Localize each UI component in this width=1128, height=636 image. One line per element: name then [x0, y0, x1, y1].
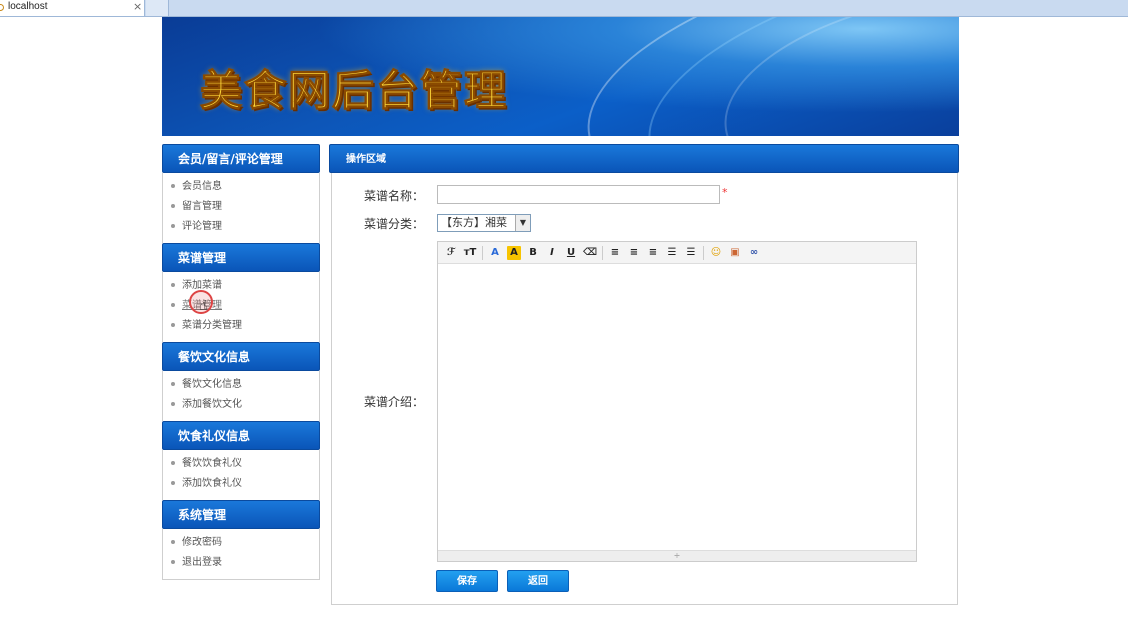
- sidebar-item-recipe-category-manage[interactable]: 菜谱分类管理: [163, 316, 319, 336]
- recipe-category-select[interactable]: 【东方】湘菜 ▼: [437, 214, 531, 232]
- bullet-icon: [171, 540, 175, 544]
- sidebar-item-etiquette-info[interactable]: 餐饮饮食礼仪: [163, 454, 319, 474]
- recipe-category-value: 【东方】湘菜: [441, 216, 507, 229]
- toolbar-divider: [602, 245, 603, 260]
- required-mark: *: [722, 186, 728, 199]
- bullet-icon: [171, 382, 175, 386]
- sidebar-item-label: 会员信息: [182, 181, 222, 192]
- sidebar-section-body: 会员信息 留言管理 评论管理: [162, 173, 320, 243]
- font-color-icon[interactable]: A: [488, 246, 502, 260]
- sidebar-section-body: 餐饮文化信息 添加餐饮文化: [162, 371, 320, 421]
- sidebar-section-culture[interactable]: 餐饮文化信息: [162, 342, 320, 371]
- sidebar: 会员/留言/评论管理 会员信息 留言管理 评论管理 菜谱管理 添加菜谱 菜谱管理…: [162, 144, 320, 580]
- sidebar-section-etiquette[interactable]: 饮食礼仪信息: [162, 421, 320, 450]
- bullet-icon: [171, 461, 175, 465]
- sidebar-item-label: 添加餐饮文化: [182, 399, 242, 410]
- bold-icon[interactable]: B: [526, 246, 540, 260]
- bullet-icon: [171, 323, 175, 327]
- loading-icon: [0, 4, 4, 11]
- sidebar-item-label: 餐饮饮食礼仪: [182, 458, 242, 469]
- sidebar-section-system[interactable]: 系统管理: [162, 500, 320, 529]
- save-button[interactable]: 保存: [436, 570, 498, 592]
- font-size-icon[interactable]: тT: [463, 246, 477, 260]
- bullet-icon: [171, 283, 175, 287]
- browser-tab-strip: localhost ×: [0, 0, 1128, 17]
- align-left-icon[interactable]: ≡: [608, 246, 622, 260]
- image-icon[interactable]: ▣: [728, 246, 742, 260]
- close-tab-icon[interactable]: ×: [133, 0, 142, 13]
- recipe-form: 菜谱名称： * 菜谱分类： 【东方】湘菜 ▼ 菜谱介绍： ℱ тT A A B …: [331, 173, 958, 605]
- sidebar-item-label: 添加饮食礼仪: [182, 478, 242, 489]
- main-panel: 操作区域 菜谱名称： * 菜谱分类： 【东方】湘菜 ▼ 菜谱介绍： ℱ тT A…: [329, 144, 959, 605]
- sidebar-item-label: 退出登录: [182, 557, 222, 568]
- bullet-icon: [171, 481, 175, 485]
- bullet-icon: [171, 204, 175, 208]
- sidebar-section-body: 添加菜谱 菜谱管理 菜谱分类管理: [162, 272, 320, 342]
- link-icon[interactable]: ∞: [747, 246, 761, 260]
- highlight-color-icon[interactable]: A: [507, 245, 521, 260]
- editor-resize-handle[interactable]: ÷: [438, 550, 916, 561]
- banner-heading: 美食网后台管理: [199, 66, 509, 116]
- recipe-category-label: 菜谱分类：: [363, 217, 424, 231]
- toolbar-divider: [703, 245, 704, 260]
- recipe-name-label: 菜谱名称：: [363, 189, 424, 203]
- dropdown-arrow-icon[interactable]: ▼: [515, 215, 530, 231]
- align-center-icon[interactable]: ≡: [627, 246, 641, 260]
- bullet-icon: [171, 184, 175, 188]
- ordered-list-icon[interactable]: ☰: [665, 246, 679, 260]
- sidebar-item-member-info[interactable]: 会员信息: [163, 177, 319, 197]
- bullet-icon: [171, 402, 175, 406]
- browser-tab[interactable]: localhost ×: [0, 0, 145, 16]
- italic-icon[interactable]: I: [545, 246, 559, 260]
- main-panel-header: 操作区域: [329, 144, 959, 173]
- sidebar-item-add-culture[interactable]: 添加餐饮文化: [163, 395, 319, 415]
- editor-toolbar: ℱ тT A A B I U ⌫ ≡ ≡ ≡ ☰ ☰ ☺ ▣ ∞: [438, 242, 916, 264]
- sidebar-item-add-etiquette[interactable]: 添加饮食礼仪: [163, 474, 319, 494]
- rich-text-editor: ℱ тT A A B I U ⌫ ≡ ≡ ≡ ☰ ☰ ☺ ▣ ∞ ÷: [437, 241, 917, 562]
- sidebar-item-label: 评论管理: [182, 221, 222, 232]
- bullet-icon: [171, 560, 175, 564]
- banner: 美食网后台管理: [162, 17, 959, 136]
- sidebar-item-add-recipe[interactable]: 添加菜谱: [163, 276, 319, 296]
- bullet-icon: [171, 224, 175, 228]
- back-button[interactable]: 返回: [507, 570, 569, 592]
- hand-pointer-icon: ☝: [199, 298, 208, 314]
- toolbar-divider: [482, 245, 483, 260]
- bullet-icon: [171, 303, 175, 307]
- sidebar-item-label: 留言管理: [182, 201, 222, 212]
- sidebar-item-label: 修改密码: [182, 537, 222, 548]
- align-right-icon[interactable]: ≡: [646, 246, 660, 260]
- new-tab-button[interactable]: [146, 0, 169, 16]
- sidebar-section-member[interactable]: 会员/留言/评论管理: [162, 144, 320, 173]
- font-family-icon[interactable]: ℱ: [444, 246, 458, 260]
- sidebar-item-logout[interactable]: 退出登录: [163, 553, 319, 573]
- sidebar-item-message-manage[interactable]: 留言管理: [163, 197, 319, 217]
- unordered-list-icon[interactable]: ☰: [684, 246, 698, 260]
- editor-content-area[interactable]: [438, 264, 916, 552]
- sidebar-section-recipe[interactable]: 菜谱管理: [162, 243, 320, 272]
- recipe-name-input[interactable]: [437, 185, 720, 204]
- click-cursor-icon: ☝: [189, 290, 213, 314]
- sidebar-item-recipe-manage[interactable]: 菜谱管理: [163, 296, 319, 316]
- remove-format-icon[interactable]: ⌫: [583, 246, 597, 260]
- sidebar-section-body: 餐饮饮食礼仪 添加饮食礼仪: [162, 450, 320, 500]
- sidebar-item-label: 菜谱分类管理: [182, 320, 242, 331]
- browser-tab-title: localhost: [8, 1, 48, 12]
- sidebar-section-body: 修改密码 退出登录: [162, 529, 320, 580]
- sidebar-item-comment-manage[interactable]: 评论管理: [163, 217, 319, 237]
- sidebar-item-change-password[interactable]: 修改密码: [163, 533, 319, 553]
- recipe-intro-label: 菜谱介绍：: [363, 395, 424, 409]
- sidebar-item-label: 餐饮文化信息: [182, 379, 242, 390]
- emoticon-icon[interactable]: ☺: [709, 246, 723, 260]
- underline-icon[interactable]: U: [564, 246, 578, 260]
- sidebar-item-culture-info[interactable]: 餐饮文化信息: [163, 375, 319, 395]
